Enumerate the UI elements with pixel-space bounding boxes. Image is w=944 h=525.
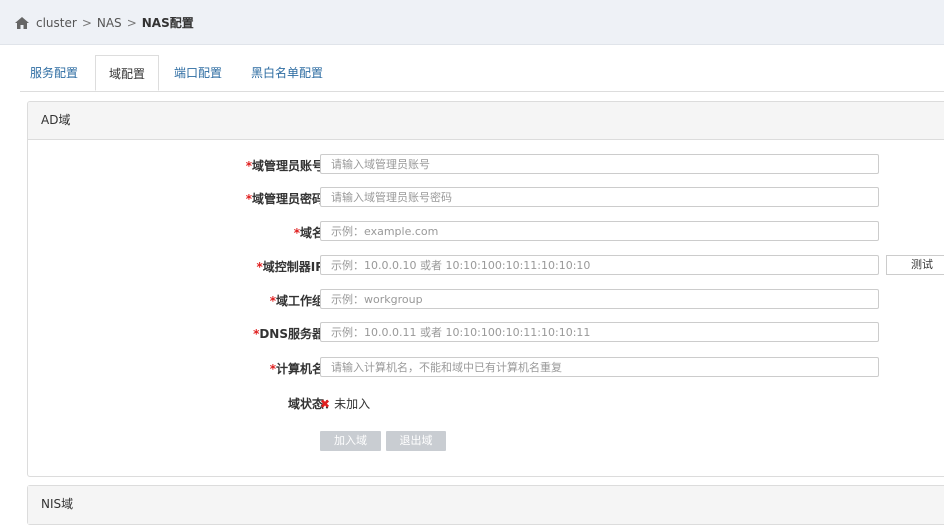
- domain-admin-account-input[interactable]: [320, 154, 879, 174]
- domain-name-input[interactable]: [320, 221, 879, 241]
- computer-name-input[interactable]: [320, 357, 879, 377]
- domain-admin-password-row: *域管理员密码：: [28, 187, 944, 207]
- domain-workgroup-row: *域工作组：: [28, 289, 944, 309]
- breadcrumb: cluster > NAS > NAS配置: [14, 14, 194, 31]
- domain-admin-password-input[interactable]: [320, 187, 879, 207]
- test-button[interactable]: 测试: [886, 255, 944, 275]
- dns-server-input[interactable]: [320, 322, 879, 342]
- computer-name-row: *计算机名：: [28, 357, 944, 377]
- breadcrumb-separator: >: [126, 15, 137, 30]
- domain-status: ✖ 未加入: [320, 395, 370, 412]
- tab-domain-config[interactable]: 域配置: [95, 55, 159, 91]
- dns-server-row: *DNS服务器：: [28, 322, 944, 342]
- breadcrumb-item-nas[interactable]: NAS: [97, 16, 122, 30]
- ad-domain-panel: AD域 *域管理员账号： *域管理员密码： *域名： *域控制器IP： 测试 *…: [27, 101, 944, 477]
- x-icon: ✖: [320, 396, 331, 411]
- tab-blackwhite-list-config[interactable]: 黑白名单配置: [251, 55, 323, 91]
- nis-domain-panel: NIS域: [27, 485, 944, 525]
- tab-bar: 服务配置 域配置 端口配置 黑白名单配置: [20, 55, 944, 92]
- breadcrumb-item-cluster[interactable]: cluster: [36, 16, 77, 30]
- domain-controller-ip-input[interactable]: [320, 255, 879, 275]
- home-icon[interactable]: [14, 16, 30, 30]
- join-domain-button[interactable]: 加入域: [320, 431, 381, 451]
- domain-actions-row: 加入域 退出域: [28, 431, 944, 451]
- domain-name-row: *域名：: [28, 221, 944, 241]
- breadcrumb-separator: >: [81, 15, 92, 30]
- domain-status-row: 域状态： ✖ 未加入: [28, 392, 944, 412]
- top-bar: cluster > NAS > NAS配置: [0, 0, 944, 45]
- tab-port-config[interactable]: 端口配置: [174, 55, 222, 91]
- breadcrumb-current: NAS配置: [141, 16, 194, 30]
- domain-controller-ip-row: *域控制器IP： 测试: [28, 255, 944, 275]
- leave-domain-button[interactable]: 退出域: [386, 431, 446, 451]
- domain-admin-account-row: *域管理员账号：: [28, 154, 944, 174]
- tab-service-config[interactable]: 服务配置: [30, 55, 78, 91]
- ad-domain-panel-title: AD域: [28, 102, 944, 140]
- domain-workgroup-input[interactable]: [320, 289, 879, 309]
- domain-status-value: 未加入: [334, 397, 371, 411]
- nis-domain-panel-title: NIS域: [28, 486, 944, 524]
